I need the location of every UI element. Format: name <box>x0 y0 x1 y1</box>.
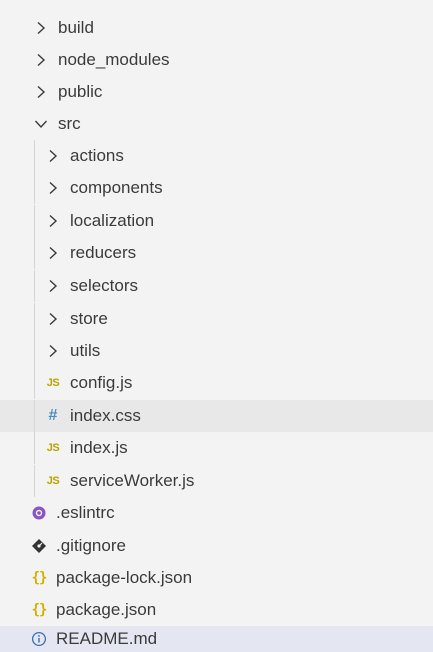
tree-item-label: .gitignore <box>56 536 126 555</box>
eslint-file-icon <box>30 505 48 521</box>
indent-guide <box>34 205 35 237</box>
tree-item-label: utils <box>70 341 101 360</box>
tree-item-label: .eslintrc <box>56 503 115 522</box>
tree-item-reducers[interactable]: reducers <box>0 237 433 269</box>
tree-item-index-css[interactable]: # index.css <box>0 400 433 432</box>
file-explorer: build node_modules public src actions co… <box>0 0 433 652</box>
chevron-right-icon[interactable] <box>44 310 62 328</box>
indent-guide <box>34 303 35 335</box>
tree-item-label: reducers <box>70 243 137 262</box>
tree-item-index-js[interactable]: JS index.js <box>0 432 433 464</box>
chevron-right-icon[interactable] <box>44 147 62 165</box>
chevron-right-icon[interactable] <box>32 19 50 37</box>
tree-item-selectors[interactable]: selectors <box>0 270 433 302</box>
indent-guide <box>34 140 35 172</box>
chevron-right-icon[interactable] <box>44 277 62 295</box>
tree-item-label: serviceWorker.js <box>70 471 195 490</box>
git-file-icon <box>30 538 48 554</box>
tree-item-package-lock-json[interactable]: {} package-lock.json <box>0 562 433 594</box>
tree-item-src[interactable]: src <box>0 108 433 140</box>
chevron-right-icon[interactable] <box>44 179 62 197</box>
tree-item-label: package.json <box>56 600 157 619</box>
indent-guide <box>34 237 35 269</box>
css-file-icon: # <box>48 407 58 424</box>
tree-item-config-js[interactable]: JS config.js <box>0 367 433 399</box>
tree-item-label: localization <box>70 211 155 230</box>
tree-item-readme-md[interactable]: README.md <box>0 626 433 652</box>
indent-guide <box>34 465 35 497</box>
tree-item-label: public <box>58 82 103 101</box>
tree-item-actions[interactable]: actions <box>0 140 433 172</box>
chevron-right-icon[interactable] <box>32 83 50 101</box>
javascript-file-icon: JS <box>46 377 60 389</box>
tree-item-label: README.md <box>56 629 158 648</box>
tree-item-label: store <box>70 309 108 328</box>
json-file-icon: {} <box>31 570 48 586</box>
tree-item-label: node_modules <box>58 50 170 69</box>
tree-item-label: actions <box>70 146 124 165</box>
tree-item-label: src <box>58 114 81 133</box>
tree-item-label: index.css <box>70 406 141 425</box>
json-file-icon: {} <box>31 602 48 618</box>
indent-guide <box>34 400 35 432</box>
javascript-file-icon: JS <box>46 442 60 454</box>
indent-guide <box>34 335 35 367</box>
tree-item-label: package-lock.json <box>56 568 193 587</box>
tree-item-label: build <box>58 18 94 37</box>
tree-item-label: selectors <box>70 276 139 295</box>
tree-item-localization[interactable]: localization <box>0 205 433 237</box>
tree-item-label: index.js <box>70 438 128 457</box>
tree-item-node-modules[interactable]: node_modules <box>0 44 433 76</box>
tree-item-components[interactable]: components <box>0 172 433 204</box>
tree-item-package-json[interactable]: {} package.json <box>0 594 433 626</box>
javascript-file-icon: JS <box>46 475 60 487</box>
tree-item-label: components <box>70 178 163 197</box>
tree-item-label: config.js <box>70 373 133 392</box>
tree-item-eslintrc[interactable]: .eslintrc <box>0 497 433 529</box>
indent-guide <box>34 432 35 464</box>
tree-item-public[interactable]: public <box>0 76 433 108</box>
tree-item-build[interactable]: build <box>0 12 433 44</box>
chevron-right-icon[interactable] <box>44 212 62 230</box>
chevron-right-icon[interactable] <box>44 342 62 360</box>
chevron-right-icon[interactable] <box>32 51 50 69</box>
indent-guide <box>34 172 35 204</box>
chevron-right-icon[interactable] <box>44 244 62 262</box>
tree-item-store[interactable]: store <box>0 303 433 335</box>
tree-item-utils[interactable]: utils <box>0 335 433 367</box>
indent-guide <box>34 270 35 302</box>
info-file-icon <box>30 631 48 647</box>
tree-item-gitignore[interactable]: .gitignore <box>0 530 433 562</box>
indent-guide <box>34 367 35 399</box>
tree-item-serviceworker-js[interactable]: JS serviceWorker.js <box>0 465 433 497</box>
chevron-down-icon[interactable] <box>32 115 50 133</box>
